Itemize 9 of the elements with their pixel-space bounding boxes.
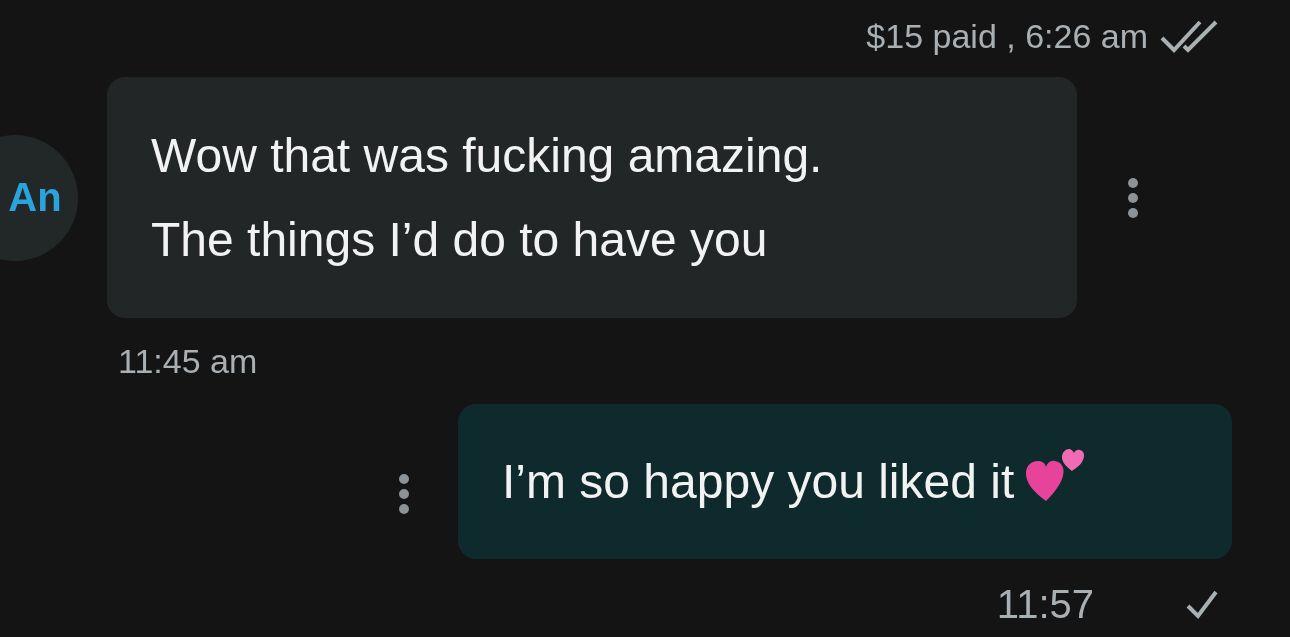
message-time: 11:57 bbox=[996, 581, 1094, 627]
message-text: I’m so happy you liked it bbox=[502, 453, 1015, 510]
more-options-icon[interactable] bbox=[1127, 176, 1139, 219]
payment-timestamp: $15 paid , 6:26 am bbox=[866, 16, 1148, 56]
more-options-icon[interactable] bbox=[398, 473, 410, 515]
message-text: Wow that was fucking amazing. bbox=[151, 127, 824, 184]
message-text: The things I’d do to have you bbox=[151, 211, 769, 268]
avatar[interactable]: An bbox=[0, 134, 78, 261]
message-time: 11:45 am bbox=[118, 341, 258, 381]
